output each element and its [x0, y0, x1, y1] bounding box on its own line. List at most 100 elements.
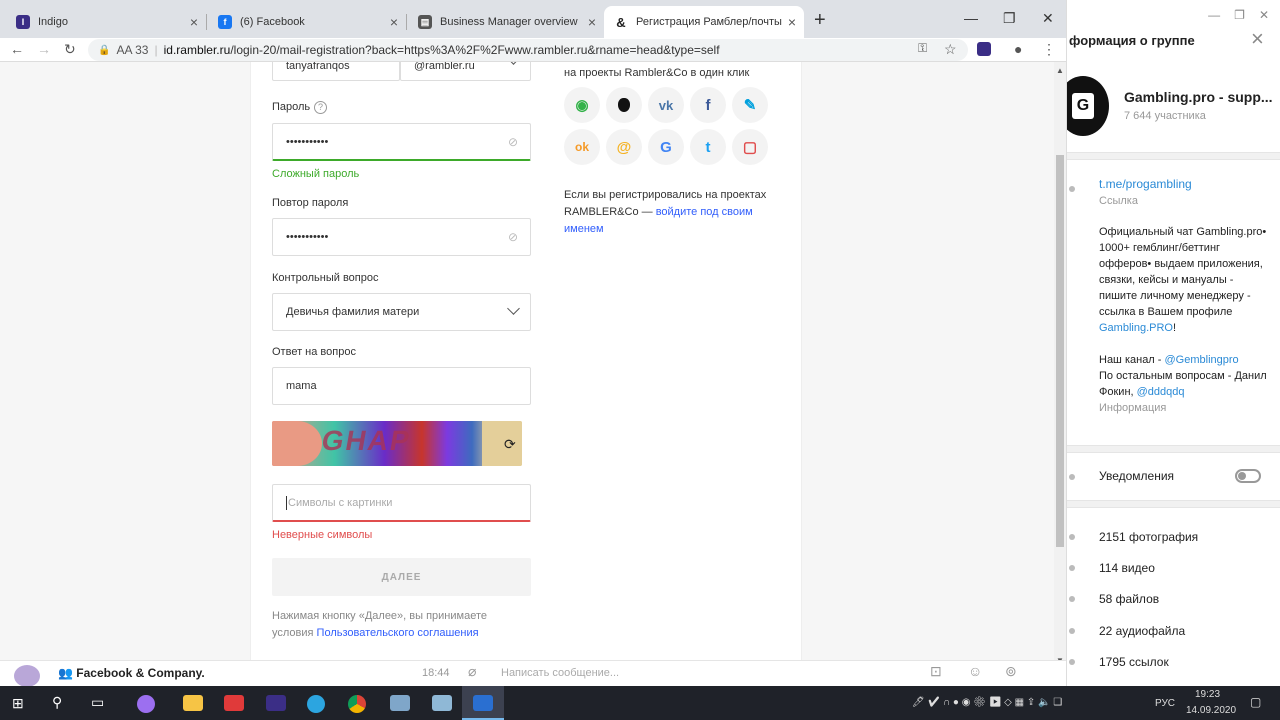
captcha-placeholder: Символы с картинки	[288, 496, 393, 509]
tab-facebook[interactable]: f (6) Facebook ×	[208, 6, 406, 38]
command-icon[interactable]: ⊡	[930, 663, 942, 680]
new-tab-button[interactable]: +	[814, 9, 826, 32]
minimize-icon[interactable]: —	[1208, 8, 1220, 22]
lock-icon[interactable]: 🔒	[98, 45, 110, 56]
language-indicator[interactable]: РУС	[1155, 698, 1175, 709]
yandex-browser-icon[interactable]	[224, 695, 244, 711]
notifications-toggle[interactable]	[1235, 469, 1261, 483]
chevron-down-icon	[507, 62, 520, 65]
captcha-text: GHAP	[319, 425, 414, 456]
alice-icon[interactable]	[137, 695, 155, 713]
stat-audio[interactable]: 22 аудиофайла	[1099, 624, 1185, 638]
facebook-glyph: f	[705, 96, 711, 114]
eye-hidden-icon[interactable]: ⊘	[508, 135, 518, 149]
chrome-icon[interactable]	[348, 695, 366, 713]
twitter-glyph: t	[705, 138, 711, 156]
terms-link[interactable]: Пользовательского соглашения	[317, 627, 479, 639]
close-tab-icon[interactable]: ×	[390, 14, 398, 30]
app-icon[interactable]	[390, 695, 410, 711]
minimize-icon[interactable]: —	[964, 10, 978, 26]
registration-card: tanyafranqos @rambler.ru Пароль ? ••••••…	[250, 62, 802, 686]
close-tab-icon[interactable]: ×	[788, 14, 796, 30]
clock-date[interactable]: 14.09.2020	[1186, 705, 1236, 716]
notification-center-icon[interactable]: ▢	[1250, 695, 1261, 709]
scrollbar-thumb[interactable]	[1056, 155, 1064, 547]
channel-link[interactable]: @Gemblingpro	[1165, 354, 1239, 366]
next-button[interactable]: ДАЛЕЕ	[272, 558, 531, 596]
rambler-social-icon[interactable]: ◉	[564, 87, 600, 123]
attach-icon[interactable]: ⌀	[468, 663, 476, 680]
group-description: Официальный чат Gambling.pro• 1000+ гемб…	[1099, 226, 1267, 414]
group-avatar[interactable]: G	[1067, 76, 1109, 136]
domain-select[interactable]: @rambler.ru	[400, 62, 531, 81]
task-view-icon[interactable]: ▭	[91, 694, 104, 711]
close-panel-icon[interactable]: ×	[1251, 28, 1264, 50]
password-input[interactable]: ••••••••••• ⊘	[272, 123, 531, 161]
chat-title[interactable]: 👥 Facebook & Company.	[58, 666, 205, 680]
maximize-icon[interactable]: ❐	[1234, 8, 1245, 22]
tab-rambler-registration[interactable]: & Регистрация Рамблер/почты ×	[604, 6, 804, 38]
menu-icon[interactable]: ⋮	[1042, 41, 1056, 58]
help-icon[interactable]: ?	[314, 101, 327, 114]
indigo-taskbar-icon[interactable]	[266, 695, 286, 711]
chat-time: 18:44	[422, 667, 450, 679]
profile-icon[interactable]: ●	[1014, 41, 1022, 57]
stat-photos[interactable]: 2151 фотография	[1099, 530, 1198, 544]
login-input[interactable]: tanyafranqos	[272, 62, 400, 81]
apple-icon[interactable]	[606, 87, 642, 123]
livejournal-icon[interactable]: ✎	[732, 87, 768, 123]
refresh-captcha-icon[interactable]: ⟳	[504, 436, 516, 453]
close-window-icon[interactable]: ✕	[1042, 10, 1054, 27]
twitter-icon[interactable]: t	[690, 129, 726, 165]
group-link[interactable]: t.me/progambling	[1099, 177, 1192, 191]
search-icon[interactable]: ⚲	[52, 694, 62, 711]
mailru-icon[interactable]: @	[606, 129, 642, 165]
facebook-icon: f	[218, 15, 232, 29]
message-input[interactable]: Написать сообщение...	[501, 667, 619, 679]
google-icon[interactable]: G	[648, 129, 684, 165]
forward-icon[interactable]: →	[37, 41, 51, 57]
odnoklassniki-icon[interactable]: ok	[564, 129, 600, 165]
address-bar[interactable]: 🔒 AA 33 | id.rambler.ru /login-20/mail-r…	[88, 39, 968, 61]
security-question-select[interactable]: Девичья фамилия матери	[272, 293, 531, 331]
mic-icon[interactable]: ⊚	[1005, 663, 1017, 680]
tab-business-manager[interactable]: ▤ Business Manager overview ×	[408, 6, 604, 38]
eye-hidden-icon[interactable]: ⊘	[508, 230, 518, 244]
tab-indigo[interactable]: I Indigo ×	[6, 6, 206, 38]
stat-videos[interactable]: 114 видео	[1099, 561, 1155, 575]
vk-icon[interactable]: vk	[648, 87, 684, 123]
tray-icons[interactable]: 🖊 ✔ ∩ ● ◉ ⚙ ▶ ◇ ▦ ⇪ 🔈 ❑	[912, 697, 1062, 708]
back-icon[interactable]: ←	[10, 41, 24, 57]
stat-files[interactable]: 58 файлов	[1099, 592, 1159, 606]
social-note: Если вы регистрировались на проектах RAM…	[564, 187, 779, 238]
business-manager-icon: ▤	[418, 15, 432, 29]
scroll-up-icon[interactable]: ▲	[1056, 66, 1064, 75]
answer-input[interactable]: mama	[272, 367, 531, 405]
gosuslugi-icon[interactable]: ▢	[732, 129, 768, 165]
desc-link[interactable]: Gambling.PRO	[1099, 322, 1173, 334]
close-icon[interactable]: ✕	[1259, 8, 1269, 22]
reload-icon[interactable]: ↻	[64, 41, 76, 58]
desc-text: Официальный чат Gambling.pro• 1000+ гемб…	[1099, 226, 1267, 318]
chat-avatar[interactable]	[14, 665, 40, 687]
indigo-extension-icon[interactable]	[977, 42, 991, 56]
key-icon[interactable]: ⚿	[918, 41, 927, 56]
close-tab-icon[interactable]: ×	[190, 14, 198, 30]
repeat-password-input[interactable]: ••••••••••• ⊘	[272, 218, 531, 256]
file-explorer-icon[interactable]	[183, 695, 203, 711]
vpn-app-icon[interactable]	[473, 695, 493, 711]
close-tab-icon[interactable]: ×	[588, 14, 596, 30]
telegram-icon[interactable]	[307, 695, 325, 713]
app-icon[interactable]	[432, 695, 452, 711]
clock-time[interactable]: 19:23	[1195, 689, 1220, 700]
stat-links[interactable]: 1795 ссылок	[1099, 655, 1169, 669]
maximize-icon[interactable]: ❐	[1003, 10, 1016, 27]
bookmark-star-icon[interactable]: ☆	[944, 41, 957, 58]
windows-start-icon[interactable]: ⊞	[12, 695, 24, 712]
channel-label: Наш канал -	[1099, 354, 1162, 366]
captcha-input[interactable]: Символы с картинки	[272, 484, 531, 522]
facebook-social-icon[interactable]: f	[690, 87, 726, 123]
contact-link[interactable]: @dddqdq	[1137, 386, 1185, 398]
info-icon	[1069, 186, 1075, 192]
emoji-icon[interactable]: ☺	[968, 663, 982, 679]
